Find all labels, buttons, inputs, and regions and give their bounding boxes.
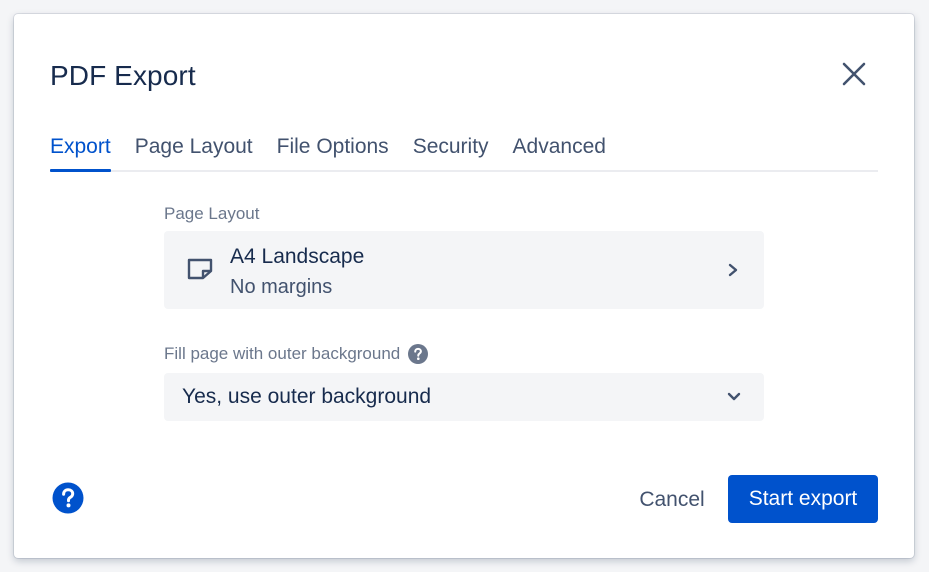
chevron-right-icon (728, 263, 738, 277)
help-button[interactable] (52, 482, 84, 514)
question-circle-icon (52, 482, 84, 514)
dialog-title: PDF Export (50, 60, 196, 91)
start-export-button[interactable]: Start export (728, 475, 878, 523)
chevron-down-icon (727, 392, 741, 401)
page-icon (187, 258, 213, 280)
tab-bar: Export Page Layout File Options Security… (50, 132, 878, 172)
close-icon (842, 62, 866, 86)
page-layout-subtitle: No margins (230, 276, 333, 298)
tab-security[interactable]: Security (413, 132, 489, 168)
fill-background-help[interactable] (408, 344, 429, 364)
page-layout-title: A4 Landscape (230, 245, 365, 268)
tab-file-options[interactable]: File Options (277, 132, 389, 168)
close-button[interactable] (836, 56, 872, 92)
cancel-button[interactable]: Cancel (626, 476, 718, 524)
fill-background-select[interactable]: Yes, use outer background (164, 373, 764, 421)
tab-export[interactable]: Export (50, 132, 111, 172)
fill-background-label-text: Fill page with outer background (164, 344, 401, 363)
tab-page-layout[interactable]: Page Layout (135, 132, 253, 168)
page-layout-label: Page Layout (164, 204, 260, 223)
tab-advanced[interactable]: Advanced (513, 132, 606, 168)
page-layout-picker[interactable]: A4 Landscape No margins (164, 231, 764, 309)
fill-background-selected-value: Yes, use outer background (182, 385, 432, 408)
pdf-export-dialog: PDF Export Export Page Layout File Optio… (14, 14, 914, 558)
fill-background-label: Fill page with outer background (164, 343, 429, 365)
question-circle-icon (408, 344, 429, 364)
